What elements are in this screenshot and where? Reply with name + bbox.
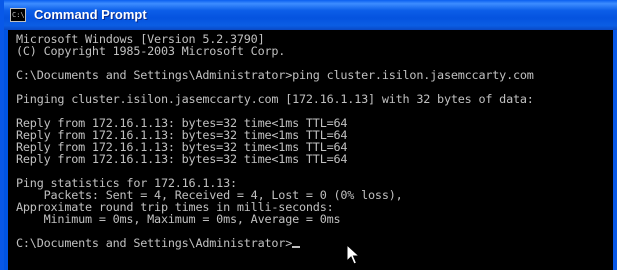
command-prompt-window: C:\ Command Prompt Microsoft Windows [Ve… bbox=[0, 0, 617, 270]
console-line: (C) Copyright 1985-2003 Microsoft Corp. bbox=[16, 44, 286, 58]
console-line: C:\Documents and Settings\Administrator>… bbox=[16, 68, 534, 82]
window-frame-right bbox=[613, 30, 617, 270]
console-line: Pinging cluster.isilon.jasemccarty.com [… bbox=[16, 92, 534, 106]
text-cursor bbox=[292, 246, 301, 248]
console-output[interactable]: Microsoft Windows [Version 5.2.3790] (C)… bbox=[8, 30, 617, 270]
console-line: Minimum = 0ms, Maximum = 0ms, Average = … bbox=[16, 212, 341, 226]
console-prompt-line[interactable]: C:\Documents and Settings\Administrator> bbox=[16, 236, 301, 250]
mouse-pointer-icon bbox=[346, 244, 360, 265]
window-title: Command Prompt bbox=[34, 7, 147, 22]
title-bar[interactable]: C:\ Command Prompt bbox=[4, 0, 617, 30]
console-prompt: C:\Documents and Settings\Administrator> bbox=[16, 236, 293, 250]
cmd-icon[interactable]: C:\ bbox=[10, 8, 26, 22]
console-line: Reply from 172.16.1.13: bytes=32 time<1m… bbox=[16, 152, 348, 166]
